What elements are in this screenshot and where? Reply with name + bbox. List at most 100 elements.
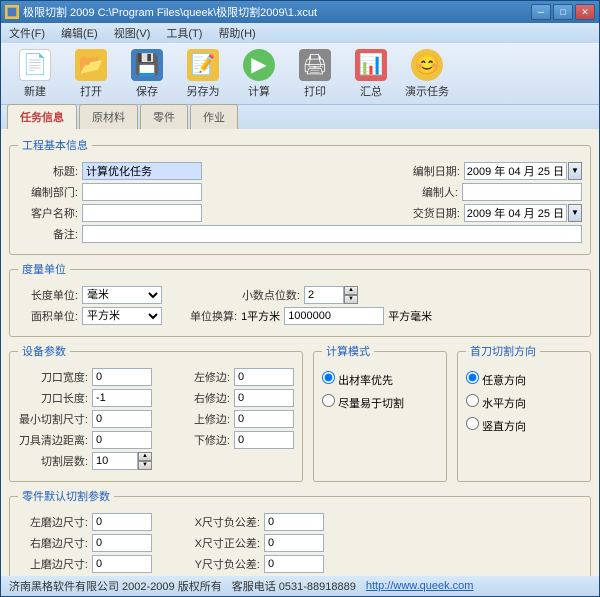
app-window: 极限切割 2009 C:\Program Files\queek\极限切割200… — [0, 0, 600, 597]
new-icon: 📄 — [19, 49, 51, 81]
title-input[interactable] — [82, 162, 202, 180]
conv-text: 1平方米 — [241, 308, 280, 324]
calcmode-opt1[interactable]: 出材率优先 — [322, 371, 438, 388]
conv-suffix: 平方毫米 — [388, 308, 432, 324]
spin-up-icon[interactable]: ▲ — [138, 452, 152, 461]
lgrind-input[interactable] — [92, 513, 152, 531]
cutdir-opt2[interactable]: 水平方向 — [466, 394, 582, 411]
note-label: 备注: — [18, 226, 78, 242]
author-input[interactable] — [462, 183, 582, 201]
chevron-down-icon[interactable]: ▼ — [568, 162, 582, 180]
save-icon: 💾 — [131, 49, 163, 81]
menu-tool[interactable]: 工具(T) — [162, 23, 206, 43]
bottom-label: 下修边: — [180, 432, 230, 448]
dept-input[interactable] — [82, 183, 202, 201]
group-cutdir: 首刀切割方向 任意方向 水平方向 竖直方向 — [457, 343, 591, 482]
print-icon: 🖨 — [299, 49, 331, 81]
calcmode-opt2[interactable]: 尽量易于切割 — [322, 394, 438, 411]
group-calcmode-legend: 计算模式 — [322, 343, 374, 359]
statusbar: 济南黑格软件有限公司 2002-2009 版权所有 客服电话 0531-8891… — [1, 576, 599, 596]
menu-view[interactable]: 视图(V) — [110, 23, 155, 43]
status-phone: 客服电话 0531-88918889 — [232, 578, 356, 594]
area-unit-label: 面积单位: — [18, 308, 78, 324]
date-picker[interactable]: 2009 年 04 月 25 日▼ — [464, 162, 582, 180]
conv-input[interactable] — [284, 307, 384, 325]
open-button[interactable]: 📂打开 — [65, 47, 117, 101]
width-input[interactable] — [92, 368, 152, 386]
left-label: 左修边: — [180, 369, 230, 385]
minimize-button[interactable]: ─ — [531, 4, 551, 20]
group-partdef: 零件默认切割参数 左磨边尺寸:X尺寸负公差: 右磨边尺寸:X尺寸正公差: 上磨边… — [9, 488, 591, 576]
tgrind-input[interactable] — [92, 555, 152, 573]
len-label: 刀口长度: — [18, 390, 88, 406]
app-icon — [5, 5, 19, 19]
calc-button[interactable]: ▶计算 — [233, 47, 285, 101]
author-label: 编制人: — [398, 184, 458, 200]
titlebar: 极限切割 2009 C:\Program Files\queek\极限切割200… — [1, 1, 599, 23]
tab-task[interactable]: 任务信息 — [7, 104, 77, 129]
spin-up-icon[interactable]: ▲ — [344, 286, 358, 295]
group-calcmode: 计算模式 出材率优先 尽量易于切割 — [313, 343, 447, 482]
edge-input[interactable] — [92, 431, 152, 449]
summary-button[interactable]: 📊汇总 — [345, 47, 397, 101]
maximize-button[interactable]: □ — [553, 4, 573, 20]
group-partdef-legend: 零件默认切割参数 — [18, 488, 114, 504]
demo-icon: 😊 — [411, 49, 443, 81]
menu-edit[interactable]: 编辑(E) — [57, 23, 102, 43]
lgrind-label: 左磨边尺寸: — [18, 514, 88, 530]
new-button[interactable]: 📄新建 — [9, 47, 61, 101]
group-device-legend: 设备参数 — [18, 343, 70, 359]
mincut-label: 最小切割尺寸: — [18, 411, 88, 427]
deliv-label: 交货日期: — [400, 205, 460, 221]
spin-down-icon[interactable]: ▼ — [344, 295, 358, 304]
window-title: 极限切割 2009 C:\Program Files\queek\极限切割200… — [23, 4, 531, 20]
xneg-label: X尺寸负公差: — [190, 514, 260, 530]
dept-label: 编制部门: — [18, 184, 78, 200]
cust-input[interactable] — [82, 204, 202, 222]
content-area: 工程基本信息 标题: 编制日期: 2009 年 04 月 25 日▼ 编制部门:… — [1, 129, 599, 576]
note-input[interactable] — [82, 225, 582, 243]
deliv-picker[interactable]: 2009 年 04 月 25 日▼ — [464, 204, 582, 222]
width-label: 刀口宽度: — [18, 369, 88, 385]
rgrind-input[interactable] — [92, 534, 152, 552]
len-input[interactable] — [92, 389, 152, 407]
chevron-down-icon[interactable]: ▼ — [568, 204, 582, 222]
tab-parts[interactable]: 零件 — [140, 104, 188, 129]
menu-help[interactable]: 帮助(H) — [214, 23, 259, 43]
demo-button[interactable]: 😊演示任务 — [401, 47, 453, 101]
bottom-input[interactable] — [234, 431, 294, 449]
right-label: 右修边: — [180, 390, 230, 406]
save-button[interactable]: 💾保存 — [121, 47, 173, 101]
layers-spinner[interactable]: ▲▼ — [92, 452, 152, 470]
xpos-input[interactable] — [264, 534, 324, 552]
tgrind-label: 上磨边尺寸: — [18, 556, 88, 572]
right-input[interactable] — [234, 389, 294, 407]
group-basic-legend: 工程基本信息 — [18, 137, 92, 153]
yneg-label: Y尺寸负公差: — [190, 556, 260, 572]
close-button[interactable]: ✕ — [575, 4, 595, 20]
saveas-button[interactable]: 📝另存为 — [177, 47, 229, 101]
menu-file[interactable]: 文件(F) — [5, 23, 49, 43]
group-unit-legend: 度量单位 — [18, 261, 70, 277]
print-button[interactable]: 🖨打印 — [289, 47, 341, 101]
cust-label: 客户名称: — [18, 205, 78, 221]
edge-label: 刀具清边距离: — [18, 432, 88, 448]
layers-label: 切割层数: — [18, 453, 88, 469]
cutdir-opt1[interactable]: 任意方向 — [466, 371, 582, 388]
left-input[interactable] — [234, 368, 294, 386]
menubar: 文件(F) 编辑(E) 视图(V) 工具(T) 帮助(H) — [1, 23, 599, 43]
spin-down-icon[interactable]: ▼ — [138, 461, 152, 470]
yneg-input[interactable] — [264, 555, 324, 573]
xneg-input[interactable] — [264, 513, 324, 531]
tab-material[interactable]: 原材料 — [79, 104, 138, 129]
cutdir-opt3[interactable]: 竖直方向 — [466, 417, 582, 434]
tab-job[interactable]: 作业 — [190, 104, 238, 129]
dec-spinner[interactable]: ▲▼ — [304, 286, 358, 304]
area-unit-select[interactable]: 平方米 — [82, 307, 162, 325]
status-link[interactable]: http://www.queek.com — [366, 580, 474, 592]
top-input[interactable] — [234, 410, 294, 428]
calc-icon: ▶ — [243, 49, 275, 81]
mincut-input[interactable] — [92, 410, 152, 428]
group-basic: 工程基本信息 标题: 编制日期: 2009 年 04 月 25 日▼ 编制部门:… — [9, 137, 591, 255]
len-unit-select[interactable]: 毫米 — [82, 286, 162, 304]
